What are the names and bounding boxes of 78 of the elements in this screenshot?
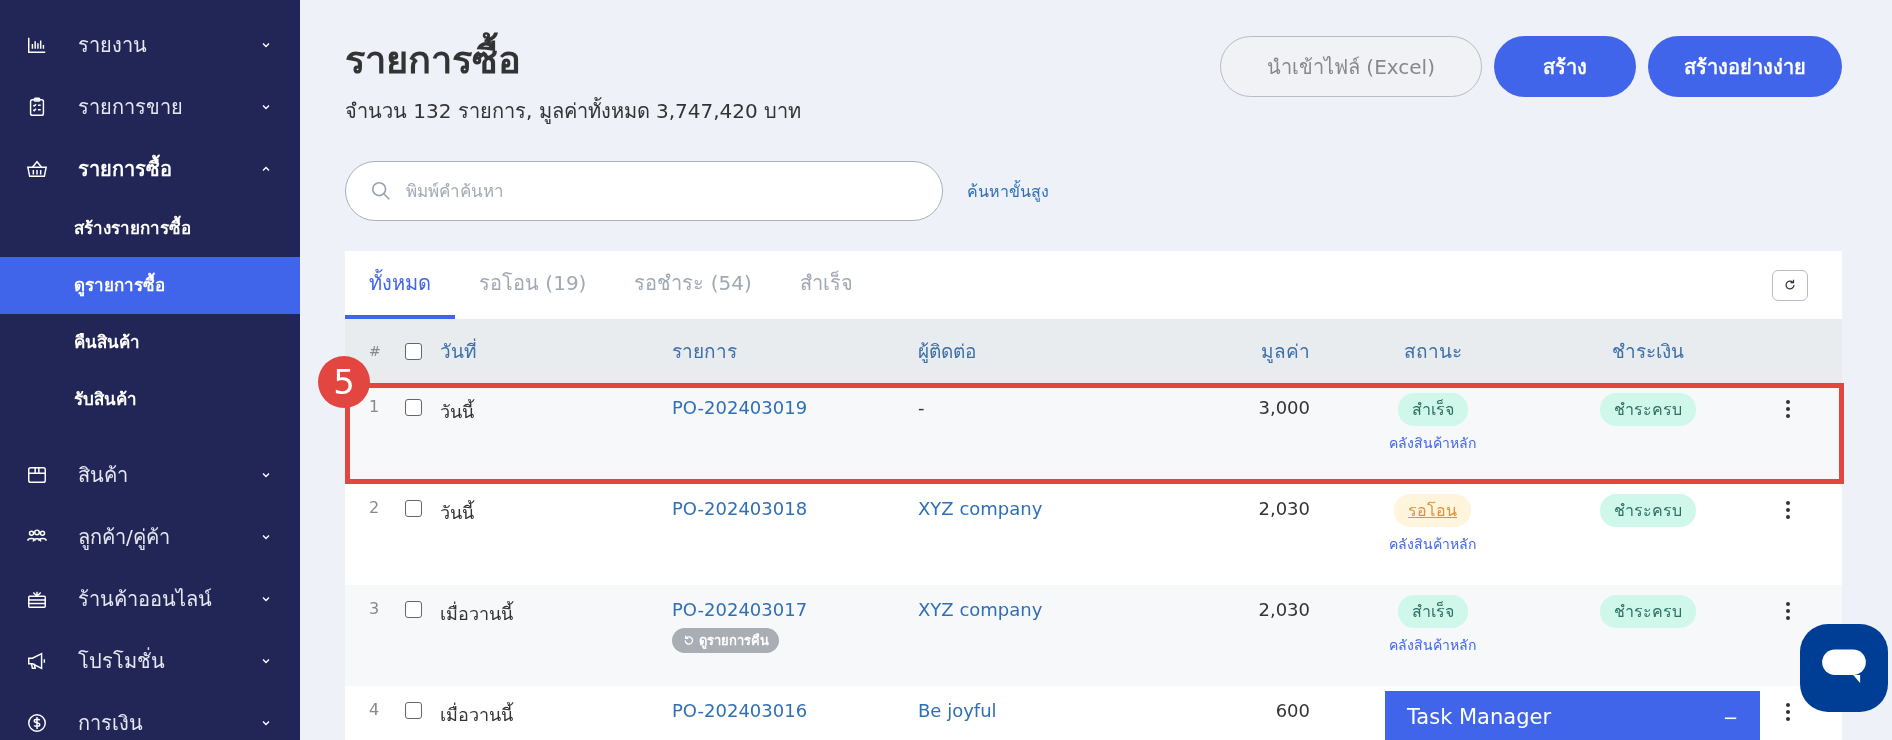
row-number: 3 bbox=[368, 599, 381, 619]
view-returns-label: ดูรายการคืน bbox=[699, 632, 769, 651]
step-number-badge: 5 bbox=[318, 356, 370, 409]
amount-cell-text: 2,030 bbox=[1257, 498, 1310, 520]
contact-link[interactable]: Be joyful bbox=[918, 700, 1140, 722]
row-checkbox[interactable] bbox=[405, 702, 422, 720]
column-header: รายการ bbox=[672, 339, 738, 365]
amount-cell-text: 3,000 bbox=[1257, 397, 1310, 419]
sidebar-subitem[interactable]: รับสินค้า bbox=[0, 371, 300, 428]
column-header: สถานะ bbox=[1402, 339, 1463, 365]
order-link[interactable]: PO-202403016 bbox=[672, 700, 808, 722]
chat-button[interactable] bbox=[1800, 624, 1888, 712]
amount-cell-text: 600 bbox=[1274, 700, 1310, 722]
sidebar-item[interactable]: การเงิน bbox=[0, 692, 300, 740]
amount-cell-text: 2,030 bbox=[1257, 599, 1310, 621]
sidebar-item[interactable]: รายการซื้อ bbox=[0, 138, 300, 200]
sidebar-item[interactable]: ร้านค้าออนไลน์ bbox=[0, 568, 300, 630]
sidebar-subitem[interactable]: คืนสินค้า bbox=[0, 314, 300, 371]
payment-badge: ชำระครบ bbox=[1599, 494, 1696, 528]
select-all-checkbox[interactable] bbox=[405, 342, 422, 360]
task-manager-title: Task Manager bbox=[1407, 705, 1552, 729]
order-link[interactable]: PO-202403017 bbox=[672, 599, 808, 621]
warehouse-link[interactable]: คลังสินค้าหลัก bbox=[1389, 432, 1476, 455]
megaphone-icon bbox=[26, 650, 48, 672]
warehouse-link[interactable]: คลังสินค้าหลัก bbox=[1389, 533, 1476, 556]
box-icon bbox=[26, 464, 48, 486]
basket-icon bbox=[26, 158, 48, 180]
row-number: 1 bbox=[368, 397, 381, 417]
sidebar-subitem[interactable]: ดูรายการซื้อ bbox=[0, 257, 300, 314]
column-header: ชำระเงิน bbox=[1610, 339, 1685, 365]
contact-link[interactable]: XYZ company bbox=[918, 498, 1140, 520]
date-cell-text: วันนี้ bbox=[440, 398, 476, 425]
status-badge: รอโอน bbox=[1394, 494, 1471, 528]
create-button[interactable]: สร้าง bbox=[1494, 36, 1636, 97]
row-checkbox[interactable] bbox=[405, 500, 422, 518]
row-number: 2 bbox=[368, 498, 381, 518]
date-cell-text: เมื่อวานนี้ bbox=[440, 701, 515, 728]
sidebar-item[interactable]: รายการขาย bbox=[0, 76, 300, 138]
column-header: ผู้ติดต่อ bbox=[918, 339, 977, 365]
row-number: 4 bbox=[368, 700, 381, 720]
dollar-icon bbox=[26, 712, 48, 734]
date-cell-text: เมื่อวานนี้ bbox=[440, 600, 515, 627]
task-manager-bar[interactable]: Task Manager − bbox=[1385, 691, 1760, 740]
refresh-button[interactable] bbox=[1772, 269, 1808, 301]
payment-badge: ชำระครบ bbox=[1599, 595, 1696, 629]
contact-link[interactable]: XYZ company bbox=[918, 599, 1140, 621]
search-icon bbox=[370, 180, 392, 203]
status-badge: สำเร็จ bbox=[1397, 595, 1468, 629]
row-checkbox[interactable] bbox=[405, 399, 422, 417]
order-link[interactable]: PO-202403018 bbox=[672, 498, 808, 520]
create-button[interactable]: สร้างอย่างง่าย bbox=[1648, 36, 1842, 97]
column-header: # bbox=[368, 343, 382, 360]
sidebar-item[interactable]: รายงาน bbox=[0, 14, 300, 76]
search-bar[interactable]: พิมพ์คำค้นหา bbox=[345, 161, 943, 222]
search-field[interactable]: พิมพ์คำค้นหา bbox=[404, 180, 918, 203]
more-options-icon[interactable] bbox=[1785, 399, 1791, 420]
date-cell-text: วันนี้ bbox=[440, 499, 476, 526]
import-button[interactable]: นำเข้าไฟล์ (Excel) bbox=[1220, 36, 1482, 97]
column-header: มูลค่า bbox=[1260, 339, 1310, 365]
row-checkbox[interactable] bbox=[405, 601, 422, 619]
advanced-search-link[interactable]: ค้นหาขั้นสูง bbox=[967, 178, 1049, 204]
status-badge: สำเร็จ bbox=[1397, 393, 1468, 427]
summary-text: จำนวน 132 รายการ, มูลค่าทั้งหมด 3,747,420 บาท bbox=[345, 96, 802, 126]
sidebar-item[interactable]: สินค้า bbox=[0, 444, 300, 506]
more-options-icon[interactable] bbox=[1785, 601, 1791, 622]
more-options-icon[interactable] bbox=[1785, 702, 1791, 723]
undo-icon bbox=[682, 634, 695, 648]
contact-cell-text: - bbox=[918, 397, 926, 419]
minimize-button[interactable]: − bbox=[1722, 706, 1738, 728]
payment-badge: ชำระครบ bbox=[1599, 393, 1696, 427]
column-header: วันที่ bbox=[440, 337, 478, 365]
sidebar-item[interactable]: ลูกค้า/คู่ค้า bbox=[0, 506, 300, 568]
order-link[interactable]: PO-202403019 bbox=[672, 397, 808, 419]
sidebar-subitem[interactable]: สร้างรายการซื้อ bbox=[0, 200, 300, 257]
refresh-icon bbox=[1783, 278, 1797, 293]
more-options-icon[interactable] bbox=[1785, 500, 1791, 521]
warehouse-link[interactable]: คลังสินค้าหลัก bbox=[1389, 634, 1476, 657]
sidebar-item[interactable]: โปรโมชั่น bbox=[0, 630, 300, 692]
